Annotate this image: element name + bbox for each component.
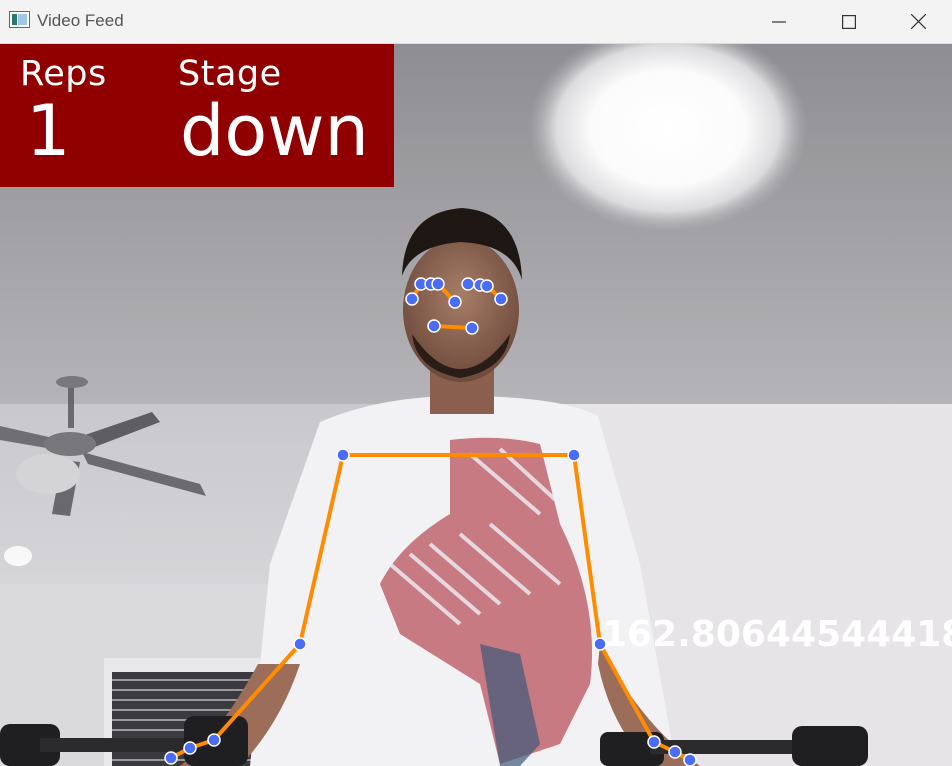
minimize-icon <box>772 20 786 23</box>
app-icon <box>9 11 30 28</box>
landmark-right-index <box>668 745 682 759</box>
reps-value: 1 <box>26 90 71 172</box>
maximize-icon <box>842 14 856 29</box>
landmark-mouth-left <box>427 319 441 333</box>
landmark-left-eye-inner <box>431 277 445 291</box>
landmark-right-shoulder <box>567 448 581 462</box>
title-bar[interactable]: Video Feed <box>0 0 952 44</box>
landmark-mouth-right <box>465 321 479 335</box>
landmark-left-elbow <box>293 637 307 651</box>
landmark-left-wrist <box>207 733 221 747</box>
rep-counter-panel: Reps Stage 1 down <box>0 44 394 187</box>
elbow-angle-readout: 162.80644544418 <box>602 614 952 655</box>
video-feed-window: Video Feed Reps Stage 1 down 162.8064454… <box>0 0 952 766</box>
video-frame: Reps Stage 1 down 162.80644544418 <box>0 44 952 766</box>
reps-label: Reps <box>20 54 107 94</box>
close-icon <box>910 14 926 29</box>
landmark-right-eye-inner <box>461 277 475 291</box>
landmark-right-eye-outer <box>480 279 494 293</box>
close-button[interactable] <box>884 0 952 43</box>
maximize-button[interactable] <box>814 0 884 43</box>
landmark-left-ear <box>405 292 419 306</box>
stage-label: Stage <box>178 54 282 94</box>
landmark-nose <box>448 295 462 309</box>
stage-value: down <box>180 90 369 172</box>
minimize-button[interactable] <box>744 0 814 43</box>
landmark-left-shoulder <box>336 448 350 462</box>
landmark-right-pinky <box>683 753 697 766</box>
window-title: Video Feed <box>37 11 124 30</box>
landmark-right-ear <box>494 292 508 306</box>
landmark-left-pinky <box>164 751 178 765</box>
landmark-left-index <box>183 741 197 755</box>
landmark-right-wrist <box>647 735 661 749</box>
